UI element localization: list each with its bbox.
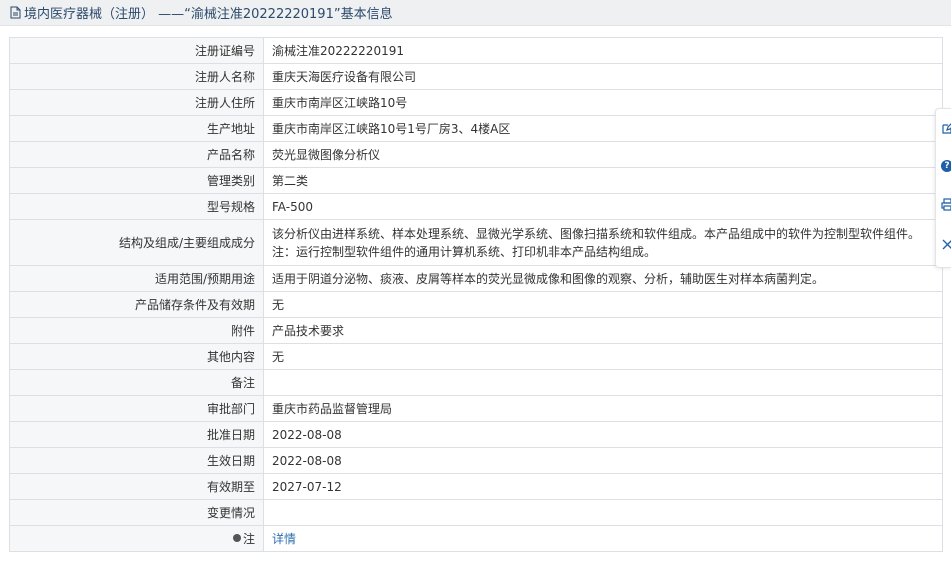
row-label: 管理类别 xyxy=(9,167,264,194)
row-label: 附件 xyxy=(9,317,264,344)
table-row: 注册人名称 重庆天海医疗设备有限公司 xyxy=(9,63,943,90)
row-value: 第二类 xyxy=(263,167,943,194)
table-row: 结构及组成/主要组成成分 该分析仪由进样系统、样本处理系统、显微光学系统、图像扫描… xyxy=(9,219,943,266)
row-value: 该分析仪由进样系统、样本处理系统、显微光学系统、图像扫描系统和软件组成。本产品组… xyxy=(263,219,943,266)
table-row: 其他内容无 xyxy=(9,343,943,370)
table-row: 注 详情 xyxy=(9,525,943,552)
close-icon[interactable] xyxy=(940,237,951,251)
basic-info-table: 注册证编号 渝械注准20222220191 注册人名称 重庆天海医疗设备有限公司 注… xyxy=(9,37,943,552)
row-label: 批准日期 xyxy=(9,421,264,448)
table-row: 备注 xyxy=(9,369,943,396)
table-row: 变更情况 xyxy=(9,499,943,526)
row-label: 生产地址 xyxy=(9,115,264,142)
details-link[interactable]: 详情 xyxy=(272,532,296,546)
row-label: 产品名称 xyxy=(9,141,264,168)
row-value: FA-500 xyxy=(263,193,943,220)
row-label: 审批部门 xyxy=(9,395,264,422)
row-value: 重庆市南岸区江峡路10号1号厂房3、4楼A区 xyxy=(263,115,943,142)
table-row: 产品储存条件及有效期无 xyxy=(9,291,943,318)
row-label: 适用范围/预期用途 xyxy=(9,265,264,292)
row-label: 变更情况 xyxy=(9,499,264,526)
table-row: 注册证编号 渝械注准20222220191 xyxy=(9,37,943,64)
row-label: 型号规格 xyxy=(9,193,264,220)
row-label: 注册人住所 xyxy=(9,89,264,116)
table-row: 型号规格 FA-500 xyxy=(9,193,943,220)
row-value: 重庆市药品监督管理局 xyxy=(263,395,943,422)
row-value: 2022-08-08 xyxy=(263,421,943,448)
row-value: 无 xyxy=(263,343,943,370)
pin-icon xyxy=(232,534,241,542)
page-header: 境内医疗器械（注册） ——“渝械注准20222220191”基本信息 xyxy=(0,0,951,26)
row-label: 注册人名称 xyxy=(9,63,264,90)
row-label: 备注 xyxy=(9,369,264,396)
help-icon[interactable]: ? xyxy=(940,159,951,173)
table-row: 适用范围/预期用途 适用于阴道分泌物、痰液、皮屑等样本的荧光显微成像和图像的观察、… xyxy=(9,265,943,292)
print-icon[interactable] xyxy=(940,197,951,211)
table-row: 产品名称 荧光显微图像分析仪 xyxy=(9,141,943,168)
note-label: 注 xyxy=(242,531,255,546)
row-value: 重庆天海医疗设备有限公司 xyxy=(263,63,943,90)
row-label: 其他内容 xyxy=(9,343,264,370)
table-row: 附件 产品技术要求 xyxy=(9,317,943,344)
table-row: 生产地址 重庆市南岸区江峡路10号1号厂房3、4楼A区 xyxy=(9,115,943,142)
row-value: 产品技术要求 xyxy=(263,317,943,344)
row-value: 2022-08-08 xyxy=(263,447,943,474)
row-value: 无 xyxy=(263,291,943,318)
edit-icon[interactable] xyxy=(940,121,951,135)
table-row: 有效期至 2027-07-12 xyxy=(9,473,943,500)
row-value: 荧光显微图像分析仪 xyxy=(263,141,943,168)
row-label: 注册证编号 xyxy=(9,37,264,64)
help-glyph: ? xyxy=(941,160,951,172)
row-value: 详情 xyxy=(263,525,943,552)
row-value: 渝械注准20222220191 xyxy=(263,37,943,64)
row-value: 2027-07-12 xyxy=(263,473,943,500)
row-value: 重庆市南岸区江峡路10号 xyxy=(263,89,943,116)
row-value xyxy=(263,369,943,396)
page-title: 境内医疗器械（注册） ——“渝械注准20222220191”基本信息 xyxy=(24,7,393,22)
side-toolbar: ? xyxy=(935,108,951,268)
table-row: 批准日期 2022-08-08 xyxy=(9,421,943,448)
document-icon xyxy=(8,6,22,20)
row-label: 有效期至 xyxy=(9,473,264,500)
table-row: 审批部门 重庆市药品监督管理局 xyxy=(9,395,943,422)
row-value xyxy=(263,499,943,526)
table-row: 生效日期 2022-08-08 xyxy=(9,447,943,474)
table-row: 管理类别 第二类 xyxy=(9,167,943,194)
row-value: 适用于阴道分泌物、痰液、皮屑等样本的荧光显微成像和图像的观察、分析，辅助医生对样… xyxy=(263,265,943,292)
row-label: 生效日期 xyxy=(9,447,264,474)
row-label: 结构及组成/主要组成成分 xyxy=(9,219,264,266)
row-label-note: 注 xyxy=(9,525,264,552)
row-label: 产品储存条件及有效期 xyxy=(9,291,264,318)
table-row: 注册人住所 重庆市南岸区江峡路10号 xyxy=(9,89,943,116)
